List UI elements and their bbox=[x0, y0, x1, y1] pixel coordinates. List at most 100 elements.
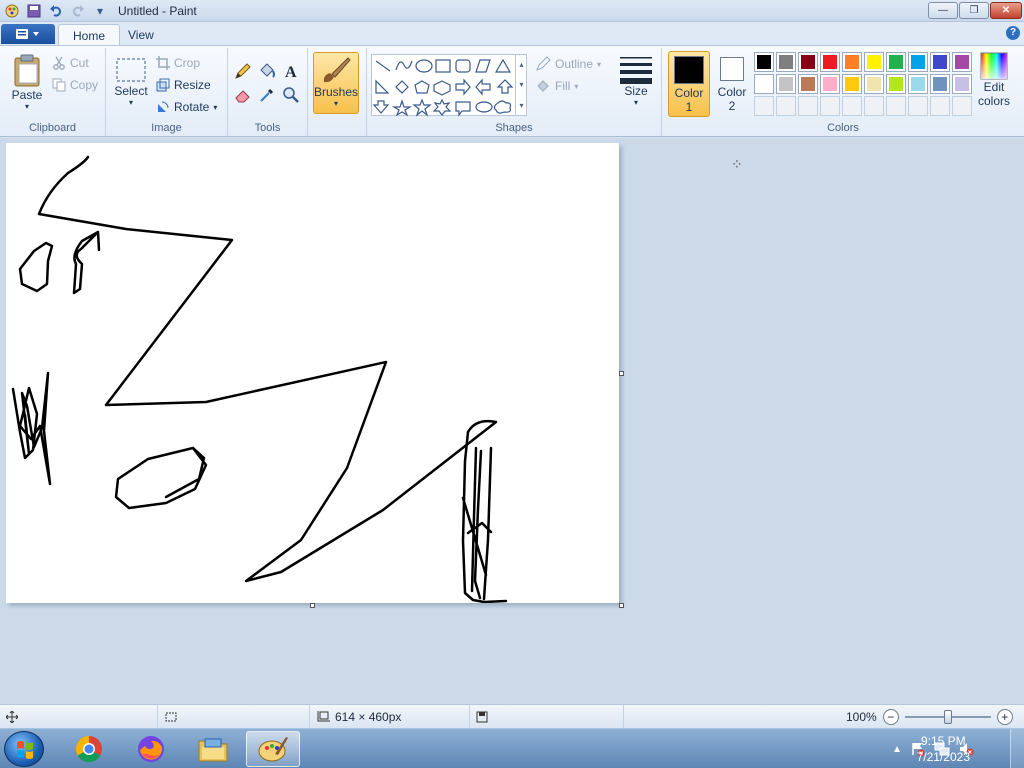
palette-swatch-fill bbox=[867, 77, 881, 91]
taskbar-chrome[interactable] bbox=[62, 731, 116, 767]
help-icon[interactable]: ? bbox=[1006, 26, 1020, 40]
gallery-expand-icon[interactable]: ▾ bbox=[519, 101, 523, 110]
paint-menu-button[interactable] bbox=[1, 24, 55, 44]
customize-quick-access-icon[interactable]: ▾ bbox=[92, 3, 108, 19]
tab-home[interactable]: Home bbox=[58, 24, 121, 46]
palette-swatch[interactable] bbox=[842, 74, 862, 94]
fill-dropdown-icon: ▾ bbox=[574, 81, 579, 91]
save-icon[interactable] bbox=[26, 3, 42, 19]
palette-swatch[interactable] bbox=[908, 52, 928, 72]
palette-swatch-empty[interactable] bbox=[754, 96, 774, 116]
palette-swatch[interactable] bbox=[886, 74, 906, 94]
text-tool-icon[interactable]: A bbox=[280, 60, 302, 82]
palette-swatch[interactable] bbox=[754, 74, 774, 94]
taskbar-firefox[interactable] bbox=[124, 731, 178, 767]
palette-swatch-empty[interactable] bbox=[798, 96, 818, 116]
palette-swatch[interactable] bbox=[864, 52, 884, 72]
palette-swatch-empty[interactable] bbox=[908, 96, 928, 116]
copy-button[interactable]: Copy bbox=[52, 78, 98, 92]
palette-swatch-empty[interactable] bbox=[864, 96, 884, 116]
drawing-canvas[interactable] bbox=[6, 143, 619, 604]
title-bar: ▾ Untitled - Paint — ❐ ✕ bbox=[0, 0, 1024, 22]
start-button[interactable] bbox=[4, 731, 44, 767]
selection-rectangle-icon bbox=[115, 56, 147, 84]
cut-button[interactable]: Cut bbox=[52, 56, 89, 70]
outline-label: Outline bbox=[555, 57, 594, 71]
taskbar-paint[interactable] bbox=[246, 731, 300, 767]
zoom-slider[interactable] bbox=[904, 710, 991, 724]
palette-swatch-empty[interactable] bbox=[930, 96, 950, 116]
palette-swatch[interactable] bbox=[864, 74, 884, 94]
show-desktop-button[interactable] bbox=[1010, 729, 1024, 768]
palette-swatch[interactable] bbox=[930, 52, 950, 72]
palette-swatch[interactable] bbox=[930, 74, 950, 94]
palette-swatch[interactable] bbox=[952, 52, 972, 72]
magnifier-icon[interactable] bbox=[280, 84, 302, 106]
color-picker-icon[interactable] bbox=[256, 84, 278, 106]
shapes-gallery[interactable] bbox=[371, 54, 527, 117]
canvas-resize-handle-corner[interactable] bbox=[619, 603, 624, 608]
select-button[interactable]: Select ▾ bbox=[112, 56, 150, 107]
outline-button[interactable]: Outline ▾ bbox=[535, 56, 601, 72]
palette-swatch[interactable] bbox=[776, 74, 796, 94]
fill-bucket-icon[interactable] bbox=[256, 60, 278, 82]
clipboard-group-label: Clipboard bbox=[28, 122, 77, 134]
edit-colors-button[interactable]: Edit colors bbox=[976, 52, 1012, 108]
zoom-out-icon[interactable]: − bbox=[882, 709, 899, 725]
paint-app-icon[interactable] bbox=[4, 3, 20, 19]
palette-swatch-empty[interactable] bbox=[820, 96, 840, 116]
palette-swatch[interactable] bbox=[842, 52, 862, 72]
minimize-button[interactable]: — bbox=[928, 2, 958, 19]
palette-swatch[interactable] bbox=[908, 74, 928, 94]
status-bar: 614 × 460px 100% − + bbox=[0, 704, 1024, 729]
cut-label: Cut bbox=[70, 56, 89, 70]
shapes-gallery-scroller[interactable]: ▴ ▾ ▾ bbox=[515, 54, 527, 116]
size-button[interactable]: Size ▾ bbox=[616, 54, 656, 107]
palette-swatch[interactable] bbox=[886, 52, 906, 72]
palette-swatch[interactable] bbox=[776, 52, 796, 72]
brushes-button[interactable]: Brushes ▾ bbox=[313, 52, 359, 114]
paste-button[interactable]: Paste ▾ bbox=[8, 54, 46, 111]
file-explorer-icon bbox=[197, 735, 229, 763]
palette-swatch-empty[interactable] bbox=[952, 96, 972, 116]
canvas-resize-handle-right[interactable] bbox=[619, 371, 624, 376]
palette-swatch[interactable] bbox=[820, 52, 840, 72]
zoom-level-text: 100% bbox=[846, 710, 877, 724]
resize-button[interactable]: Resize bbox=[156, 78, 211, 92]
fill-label: Fill bbox=[555, 79, 571, 93]
palette-swatch-fill bbox=[757, 77, 771, 91]
show-hidden-icons-icon[interactable]: ▲ bbox=[892, 744, 902, 755]
crop-button[interactable]: Crop bbox=[156, 56, 200, 70]
palette-swatch-fill bbox=[823, 77, 837, 91]
clock[interactable]: 9:15 PM 7/21/2023 bbox=[917, 733, 970, 765]
eraser-icon[interactable] bbox=[232, 84, 254, 106]
canvas-resize-handle-bottom[interactable] bbox=[310, 603, 315, 608]
palette-swatch[interactable] bbox=[798, 52, 818, 72]
close-button[interactable]: ✕ bbox=[990, 2, 1022, 19]
brushes-label: Brushes bbox=[313, 85, 359, 99]
redo-icon[interactable] bbox=[70, 3, 86, 19]
palette-swatch-empty[interactable] bbox=[776, 96, 796, 116]
restore-button[interactable]: ❐ bbox=[959, 2, 989, 19]
palette-swatch-empty[interactable] bbox=[886, 96, 906, 116]
palette-swatch[interactable] bbox=[820, 74, 840, 94]
rotate-button[interactable]: Rotate ▾ bbox=[156, 100, 217, 114]
palette-swatch[interactable] bbox=[754, 52, 774, 72]
zoom-in-icon[interactable]: + bbox=[996, 709, 1013, 725]
palette-swatch[interactable] bbox=[952, 74, 972, 94]
fill-button[interactable]: Fill ▾ bbox=[535, 78, 578, 94]
zoom-controls: 100% − + bbox=[846, 705, 1013, 729]
scroll-up-icon[interactable]: ▴ bbox=[519, 60, 523, 69]
taskbar-file-explorer[interactable] bbox=[186, 731, 240, 767]
canvas-workspace[interactable]: ⁘ bbox=[0, 138, 1024, 704]
palette-swatch[interactable] bbox=[798, 74, 818, 94]
zoom-slider-thumb[interactable] bbox=[943, 710, 952, 724]
stroke-left-loop bbox=[18, 241, 54, 293]
undo-icon[interactable] bbox=[48, 3, 64, 19]
tab-view[interactable]: View bbox=[114, 24, 168, 46]
palette-swatch-empty[interactable] bbox=[842, 96, 862, 116]
scroll-down-icon[interactable]: ▾ bbox=[519, 80, 523, 89]
outline-dropdown-icon: ▾ bbox=[597, 59, 602, 69]
pencil-icon[interactable] bbox=[232, 60, 254, 82]
firefox-icon bbox=[136, 734, 166, 764]
